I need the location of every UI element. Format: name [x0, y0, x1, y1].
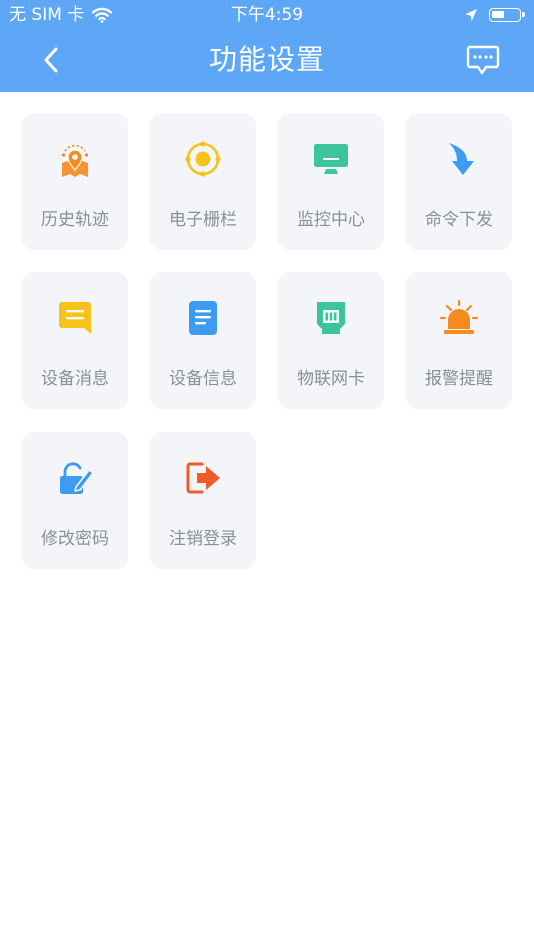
menu-item-change-password[interactable]: 修改密码: [22, 432, 128, 569]
alarm-light-icon: [439, 300, 479, 334]
menu-label: 历史轨迹: [41, 210, 109, 230]
monitor-icon: [314, 144, 348, 174]
menu-label: 监控中心: [297, 210, 365, 230]
document-icon: [189, 301, 217, 335]
menu-label: 命令下发: [425, 210, 493, 230]
menu-item-send-command[interactable]: 命令下发: [406, 113, 512, 250]
message-bubble-icon: [59, 302, 91, 334]
sim-card-icon: [317, 302, 345, 334]
menu-label: 物联网卡: [297, 369, 365, 389]
menu-item-history-track[interactable]: 历史轨迹: [22, 113, 128, 250]
menu-item-geofence[interactable]: 电子栅栏: [150, 113, 256, 250]
menu-item-iot-card[interactable]: 物联网卡: [278, 272, 384, 409]
menu-item-logout[interactable]: 注销登录: [150, 432, 256, 569]
menu-item-device-message[interactable]: 设备消息: [22, 272, 128, 409]
menu-label: 电子栅栏: [169, 210, 237, 230]
menu-item-monitor-center[interactable]: 监控中心: [278, 113, 384, 250]
menu-item-alarm-reminder[interactable]: 报警提醒: [406, 272, 512, 409]
menu-label: 设备消息: [41, 369, 109, 389]
menu-label: 修改密码: [41, 529, 109, 549]
lock-edit-icon: [60, 462, 94, 494]
menu-label: 报警提醒: [425, 369, 493, 389]
menu-grid: 历史轨迹 电子栅栏 监控中心 命令下发 设备消息 设备信息 物联网卡 报警提醒 …: [0, 0, 534, 950]
arrow-down-icon: [449, 143, 474, 175]
menu-item-device-info[interactable]: 设备信息: [150, 272, 256, 409]
menu-label: 注销登录: [169, 529, 237, 549]
geofence-icon: [185, 141, 221, 177]
map-pin-icon: [61, 144, 89, 177]
menu-label: 设备信息: [169, 369, 237, 389]
logout-icon: [186, 462, 220, 494]
